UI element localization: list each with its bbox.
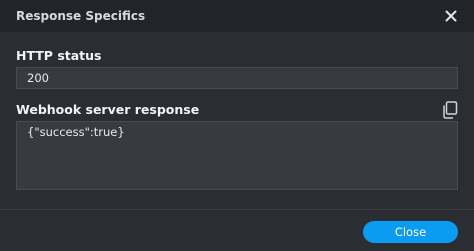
http-status-label: HTTP status: [16, 48, 102, 63]
webhook-response-field[interactable]: {"success":true}: [16, 121, 458, 190]
dialog-titlebar: Response Specifics: [0, 0, 474, 32]
webhook-response-label: Webhook server response: [16, 102, 200, 117]
close-button[interactable]: Close: [363, 221, 458, 243]
dialog-title: Response Specifics: [16, 9, 146, 23]
copy-icon[interactable]: [442, 101, 458, 119]
close-icon[interactable]: [442, 7, 460, 25]
http-status-field[interactable]: 200: [16, 67, 458, 89]
response-specifics-dialog: Response Specifics HTTP status 200 Webho…: [0, 0, 474, 251]
